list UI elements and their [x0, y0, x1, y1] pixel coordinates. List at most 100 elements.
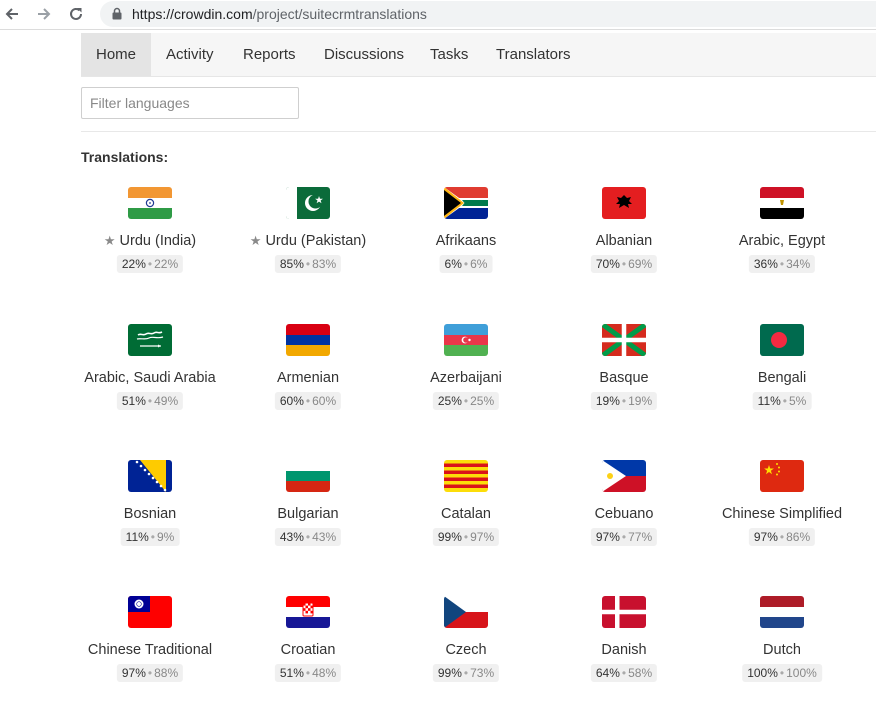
language-tile-azerbaijani[interactable]: Azerbaijani 25% • 25%	[387, 324, 545, 434]
language-tile-arabic-egypt[interactable]: Arabic, Egypt 36% • 34%	[703, 187, 861, 297]
separator-dot: •	[150, 530, 155, 544]
url-host: https://crowdin.com	[132, 6, 253, 22]
tab-tasks[interactable]: Tasks	[430, 33, 468, 76]
url-text: https://crowdin.com/project/suitecrmtran…	[132, 6, 427, 22]
tab-home[interactable]: Home	[81, 33, 151, 76]
azerbaijan-flag-icon[interactable]	[444, 324, 488, 356]
filter-languages-input[interactable]	[81, 87, 299, 119]
translated-percent: 11%	[125, 530, 149, 544]
language-name-text: Urdu (India)	[119, 233, 197, 249]
language-name[interactable]: Chinese Simplified	[703, 506, 861, 522]
separator-dot: •	[621, 530, 627, 544]
language-tile-bosnian[interactable]: Bosnian 11% • 9%	[71, 460, 229, 570]
language-tile-arabic-saudi-arabia[interactable]: Arabic, Saudi Arabia 51% • 49%	[71, 324, 229, 434]
forward-arrow-icon[interactable]	[33, 3, 55, 25]
language-name[interactable]: Bengali	[703, 370, 861, 386]
language-name[interactable]: Arabic, Saudi Arabia	[71, 370, 229, 386]
language-tile-albanian[interactable]: Albanian 70% • 69%	[545, 187, 703, 297]
language-name-text: Bosnian	[123, 506, 177, 522]
language-name[interactable]: Dutch	[703, 642, 861, 658]
language-tile-chinese-simplified[interactable]: Chinese Simplified 97% • 86%	[703, 460, 861, 570]
language-tile-basque[interactable]: Basque 19% • 19%	[545, 324, 703, 434]
bulgaria-flag-icon[interactable]	[286, 460, 330, 492]
language-name[interactable]: ★ Urdu (India)	[71, 233, 229, 249]
croatia-flag-icon[interactable]	[286, 596, 330, 628]
egypt-flag-icon[interactable]	[760, 187, 804, 219]
address-bar[interactable]: https://crowdin.com/project/suitecrmtran…	[100, 1, 876, 27]
czech-flag-icon[interactable]	[444, 596, 488, 628]
approved-percent: 43%	[312, 530, 337, 544]
language-name[interactable]: Azerbaijani	[387, 370, 545, 386]
catalonia-flag-icon[interactable]	[444, 460, 488, 492]
denmark-flag-icon[interactable]	[602, 596, 646, 628]
basque-flag-icon[interactable]	[602, 324, 646, 356]
china-flag-icon[interactable]	[760, 460, 804, 492]
albania-flag-icon[interactable]	[602, 187, 646, 219]
language-name[interactable]: Arabic, Egypt	[703, 233, 861, 249]
language-tile-croatian[interactable]: Croatian 51% • 48%	[229, 596, 387, 706]
tab-translators[interactable]: Translators	[496, 33, 570, 76]
tab-discussions[interactable]: Discussions	[324, 33, 404, 76]
language-name[interactable]: Croatian	[229, 642, 387, 658]
reload-icon[interactable]	[65, 3, 87, 25]
progress-badge: 85% • 83%	[274, 255, 342, 273]
progress-badge: 51% • 48%	[274, 664, 342, 682]
south-africa-flag-icon[interactable]	[444, 187, 488, 219]
approved-percent: 6%	[470, 257, 488, 271]
bangladesh-flag-icon[interactable]	[760, 324, 804, 356]
language-name[interactable]: Chinese Traditional	[71, 642, 229, 658]
language-tile-urdu-pakistan[interactable]: ★ Urdu (Pakistan) 85% • 83%	[229, 187, 387, 297]
netherlands-flag-icon[interactable]	[760, 596, 804, 628]
pakistan-flag-icon[interactable]	[286, 187, 330, 219]
language-name-text: Catalan	[441, 506, 491, 522]
approved-percent: 97%	[470, 530, 495, 544]
progress-badge: 11% • 5%	[752, 392, 812, 410]
language-name-text: Arabic, Egypt	[738, 233, 826, 249]
progress-badge: 22% • 22%	[116, 255, 184, 273]
language-name[interactable]: Danish	[545, 642, 703, 658]
translated-percent: 97%	[121, 666, 146, 680]
language-tile-czech[interactable]: Czech 99% • 73%	[387, 596, 545, 706]
language-tile-afrikaans[interactable]: Afrikaans 6% • 6%	[387, 187, 545, 297]
separator-dot: •	[147, 394, 153, 408]
india-flag-icon[interactable]	[128, 187, 172, 219]
back-arrow-icon[interactable]	[1, 3, 23, 25]
language-tile-bengali[interactable]: Bengali 11% • 5%	[703, 324, 861, 434]
language-tile-catalan[interactable]: Catalan 99% • 97%	[387, 460, 545, 570]
taiwan-flag-icon[interactable]	[128, 596, 172, 628]
separator-dot: •	[463, 257, 469, 271]
language-name[interactable]: Basque	[545, 370, 703, 386]
language-tile-cebuano[interactable]: Cebuano 97% • 77%	[545, 460, 703, 570]
lock-icon	[112, 7, 122, 25]
language-tile-danish[interactable]: Danish 64% • 58%	[545, 596, 703, 706]
tab-reports[interactable]: Reports	[243, 33, 296, 76]
approved-percent: 49%	[154, 394, 179, 408]
language-name[interactable]: Armenian	[229, 370, 387, 386]
language-name[interactable]: Catalan	[387, 506, 545, 522]
language-tile-bulgarian[interactable]: Bulgarian 43% • 43%	[229, 460, 387, 570]
translated-percent: 51%	[121, 394, 146, 408]
language-name[interactable]: Bosnian	[71, 506, 229, 522]
progress-badge: 97% • 77%	[590, 528, 658, 546]
translated-percent: 19%	[595, 394, 620, 408]
tab-activity[interactable]: Activity	[166, 33, 214, 76]
language-name[interactable]: Bulgarian	[229, 506, 387, 522]
language-name[interactable]: Czech	[387, 642, 545, 658]
bosnia-flag-icon[interactable]	[128, 460, 172, 492]
language-name-text: Azerbaijani	[430, 370, 502, 386]
language-tile-urdu-india[interactable]: ★ Urdu (India) 22% • 22%	[71, 187, 229, 297]
separator-dot: •	[147, 666, 153, 680]
language-name[interactable]: Albanian	[545, 233, 703, 249]
progress-badge: 64% • 58%	[590, 664, 658, 682]
philippines-flag-icon[interactable]	[602, 460, 646, 492]
saudi-arabia-flag-icon[interactable]	[128, 324, 172, 356]
language-tile-dutch[interactable]: Dutch 100% • 100%	[703, 596, 861, 706]
translated-percent: 51%	[279, 666, 304, 680]
language-name[interactable]: Cebuano	[545, 506, 703, 522]
language-name[interactable]: Afrikaans	[387, 233, 545, 249]
armenia-flag-icon[interactable]	[286, 324, 330, 356]
language-tile-chinese-traditional[interactable]: Chinese Traditional 97% • 88%	[71, 596, 229, 706]
language-name[interactable]: ★ Urdu (Pakistan)	[229, 233, 387, 249]
language-tile-armenian[interactable]: Armenian 60% • 60%	[229, 324, 387, 434]
star-icon: ★	[103, 233, 116, 248]
